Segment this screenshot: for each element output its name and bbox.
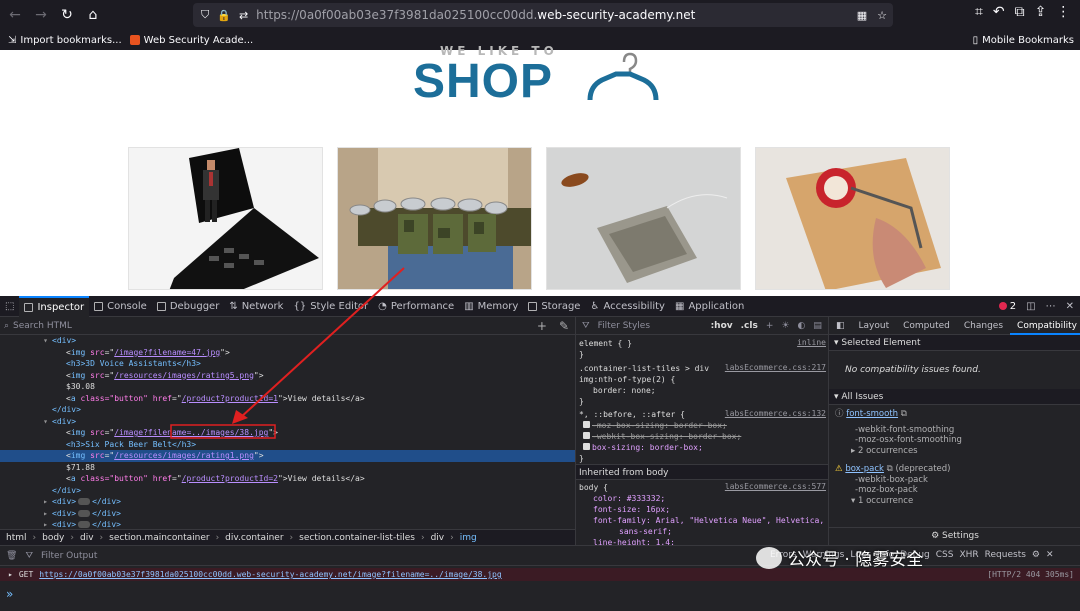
annotation-box xyxy=(170,424,276,439)
watermark: 公众号 · 隐雾安全 xyxy=(756,545,923,570)
annotation-overlay xyxy=(170,267,405,439)
annotation-arrow xyxy=(239,267,405,419)
wechat-icon xyxy=(756,546,782,569)
